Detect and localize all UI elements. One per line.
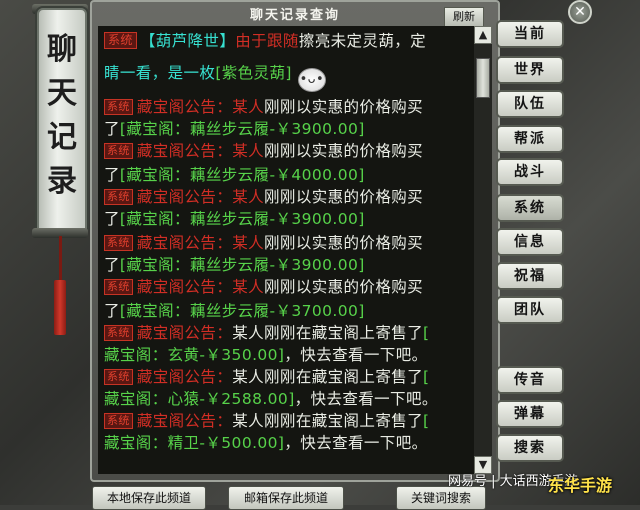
item-link[interactable]: 藏宝阁：心猿-￥2588.00] <box>104 390 295 408</box>
system-tag: 系统 <box>104 32 137 49</box>
chat-line: 系统 藏宝阁公告：某人刚刚在藏宝阁上寄售了[ <box>104 410 429 432</box>
message-text: 由于跟随 <box>235 32 299 50</box>
message-text: 刚刚以实惠的价格购买 <box>264 188 424 206</box>
message-text: 刚刚以实惠的价格购买 <box>264 278 424 296</box>
channel-tab[interactable]: 战斗 <box>496 158 564 186</box>
message-text: 了 <box>104 302 120 320</box>
chat-line: 系统 藏宝阁公告：某人刚刚在藏宝阁上寄售了[ <box>104 322 429 344</box>
message-text: ，快去查看一下吧。 <box>294 390 438 408</box>
system-tag: 系统 <box>104 143 133 159</box>
message-text: 刚刚以实惠的价格购买 <box>264 142 424 160</box>
chat-line: 了[藏宝阁：藕丝步云履-￥4000.00] <box>104 164 365 186</box>
red-tassel <box>54 280 66 335</box>
item-link[interactable]: [ <box>423 412 429 430</box>
message-text: 刚刚以实惠的价格购买 <box>264 234 424 252</box>
scroll-banner-title: 聊 天 记 录 <box>39 28 85 204</box>
channel-tab[interactable]: 当前 <box>496 20 564 48</box>
chat-line: 系统 藏宝阁公告：某人刚刚以实惠的价格购买 <box>104 232 423 254</box>
channel-tab[interactable]: 队伍 <box>496 90 564 118</box>
system-tag: 系统 <box>104 413 133 429</box>
chat-line: 藏宝阁：心猿-￥2588.00]，快去查看一下吧。 <box>104 388 438 410</box>
chat-line: 系统 【葫芦降世】由于跟随擦亮未定灵葫，定 <box>104 30 426 52</box>
chat-line: 了[藏宝阁：藕丝步云履-￥3900.00] <box>104 208 365 230</box>
chat-line: 藏宝阁：精卫-￥500.00]，快去查看一下吧。 <box>104 432 428 454</box>
message-text: 藏宝阁公告： <box>136 368 233 386</box>
watermark-brand: 东华手游 <box>548 476 613 495</box>
action-tab[interactable]: 搜索 <box>496 434 564 462</box>
save-local-button[interactable]: 本地保存此频道 <box>92 486 206 510</box>
chat-line: 了[藏宝阁：藕丝步云履-￥3900.00] <box>104 118 365 140</box>
channel-tab[interactable]: 信息 <box>496 228 564 256</box>
banner-char: 记 <box>47 120 77 155</box>
keyword-search-button[interactable]: 关键词搜索 <box>396 486 486 510</box>
item-link[interactable]: 藏宝阁：精卫-￥500.00] <box>104 434 284 452</box>
system-tag: 系统 <box>104 279 133 295</box>
channel-tab[interactable]: 系统 <box>496 194 564 222</box>
item-link[interactable]: [ <box>423 368 429 386</box>
message-text: 擦亮未定灵葫，定 <box>298 32 427 50</box>
emoji-face-icon: •ᴗ• <box>297 68 326 92</box>
system-tag: 系统 <box>104 189 133 205</box>
message-text: 藏宝阁公告：某人 <box>136 142 265 160</box>
message-text: 了 <box>104 256 120 274</box>
channel-tab[interactable]: 帮派 <box>496 125 564 153</box>
message-text: 藏宝阁公告： <box>136 412 233 430</box>
banner-char: 录 <box>47 164 77 199</box>
system-tag: 系统 <box>104 369 133 385</box>
message-text: 了 <box>104 210 120 228</box>
chat-line: 睛一看，是一枚[紫色灵葫] •ᴗ• <box>104 62 326 92</box>
action-tab[interactable]: 弹幕 <box>496 400 564 428</box>
chat-line: 系统 藏宝阁公告：某人刚刚以实惠的价格购买 <box>104 186 423 208</box>
message-text: 睛一看，是一枚 <box>104 64 216 82</box>
message-text: 某人刚刚在藏宝阁上寄售了 <box>232 324 424 342</box>
channel-tab[interactable]: 祝福 <box>496 262 564 290</box>
save-email-button[interactable]: 邮箱保存此频道 <box>228 486 344 510</box>
item-link[interactable]: [ <box>423 324 429 342</box>
chat-line: 了[藏宝阁：藕丝步云履-￥3900.00] <box>104 254 365 276</box>
chat-log[interactable]: 系统 【葫芦降世】由于跟随擦亮未定灵葫，定 睛一看，是一枚[紫色灵葫] •ᴗ• 系统 藏宝… <box>98 26 474 474</box>
system-tag: 系统 <box>104 325 133 341</box>
banner-char: 天 <box>47 76 77 111</box>
message-text: 藏宝阁公告：某人 <box>136 188 265 206</box>
chat-line: 系统 藏宝阁公告：某人刚刚以实惠的价格购买 <box>104 276 423 298</box>
message-text: 了 <box>104 166 120 184</box>
message-text: 某人刚刚在藏宝阁上寄售了 <box>232 412 424 430</box>
system-tag: 系统 <box>104 99 133 115</box>
item-link[interactable]: [藏宝阁：藕丝步云履-￥3900.00] <box>120 120 365 138</box>
item-link[interactable]: [藏宝阁：藕丝步云履-￥3900.00] <box>120 210 365 228</box>
chat-line: 系统 藏宝阁公告：某人刚刚以实惠的价格购买 <box>104 140 423 162</box>
item-link[interactable]: [紫色灵葫] <box>215 64 292 82</box>
message-text: 藏宝阁公告：某人 <box>136 234 265 252</box>
chat-history-scroll-banner: 聊 天 记 录 <box>37 8 87 234</box>
refresh-button[interactable]: 刷新 <box>444 7 484 27</box>
message-text: 藏宝阁公告： <box>136 324 233 342</box>
item-link[interactable]: [藏宝阁：藕丝步云履-￥3900.00] <box>120 256 365 274</box>
message-text: 某人刚刚在藏宝阁上寄售了 <box>232 368 424 386</box>
scroll-up-button[interactable]: ▲ <box>474 26 492 44</box>
message-text: 了 <box>104 120 120 138</box>
chat-line: 系统 藏宝阁公告：某人刚刚以实惠的价格购买 <box>104 96 423 118</box>
action-tab[interactable]: 传音 <box>496 366 564 394</box>
item-link[interactable]: [藏宝阁：藕丝步云履-￥4000.00] <box>120 166 365 184</box>
system-tag: 系统 <box>104 235 133 251</box>
message-text: ，快去查看一下吧。 <box>284 434 428 452</box>
item-link[interactable]: [藏宝阁：藕丝步云履-￥3700.00] <box>120 302 365 320</box>
close-button[interactable]: ✕ <box>568 0 592 24</box>
scrollbar-thumb[interactable] <box>476 58 490 98</box>
banner-char: 聊 <box>47 32 77 67</box>
channel-tab[interactable]: 团队 <box>496 296 564 324</box>
message-text: ，快去查看一下吧。 <box>284 346 428 364</box>
channel-tab[interactable]: 世界 <box>496 56 564 84</box>
panel-title: 聊天记录查询 <box>249 8 340 23</box>
message-text: 藏宝阁公告：某人 <box>136 98 265 116</box>
chat-line: 系统 藏宝阁公告：某人刚刚在藏宝阁上寄售了[ <box>104 366 429 388</box>
message-text: 刚刚以实惠的价格购买 <box>264 98 424 116</box>
message-text: 藏宝阁公告：某人 <box>136 278 265 296</box>
chat-line: 了[藏宝阁：藕丝步云履-￥3700.00] <box>104 300 365 322</box>
message-text: 【葫芦降世】 <box>139 32 236 50</box>
item-link[interactable]: 藏宝阁：玄黄-￥350.00] <box>104 346 284 364</box>
chat-line: 藏宝阁：玄黄-￥350.00]，快去查看一下吧。 <box>104 344 428 366</box>
